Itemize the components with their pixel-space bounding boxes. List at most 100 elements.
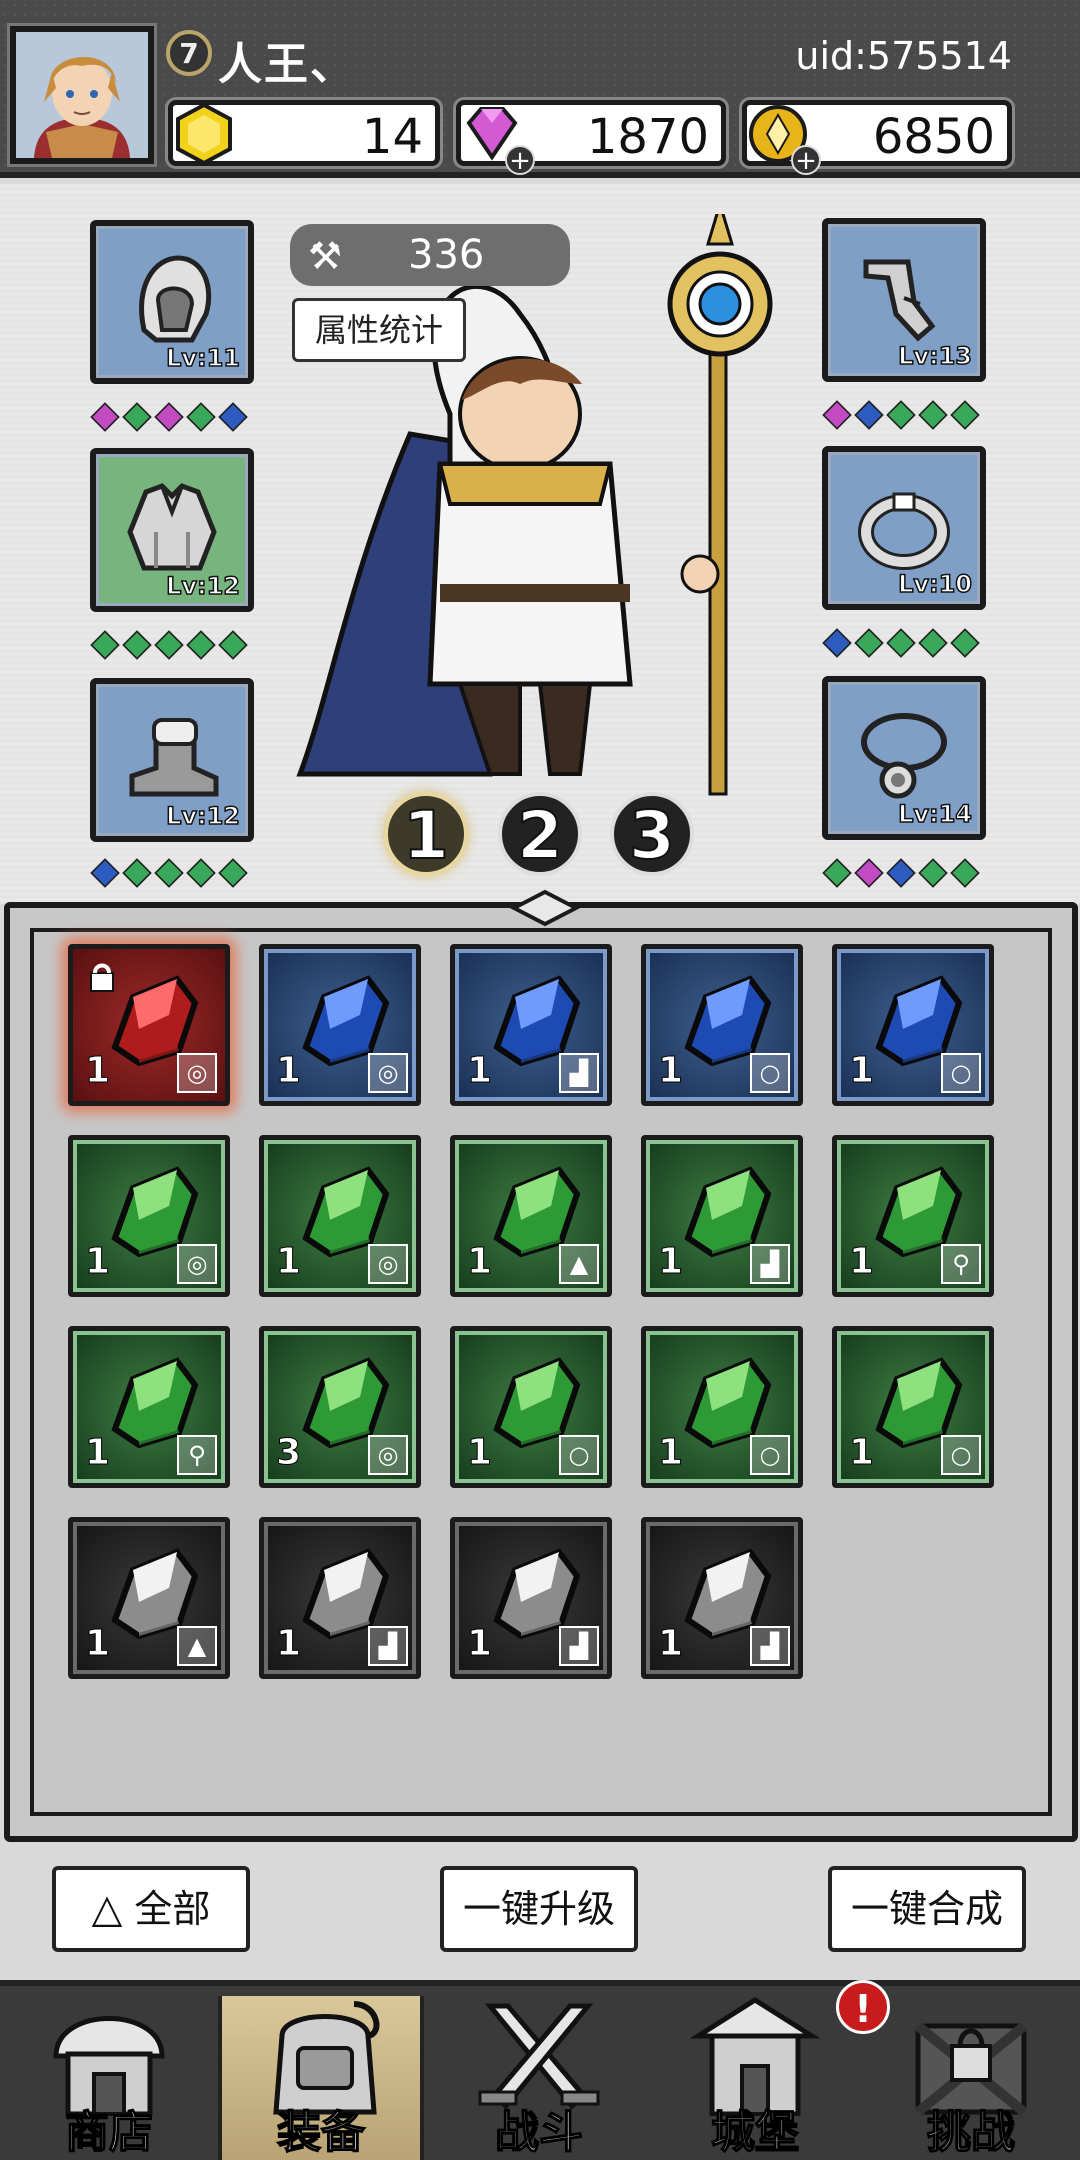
inventory-item[interactable]: 1 ○ [641,944,803,1106]
ring-icon: ◎ [368,1435,408,1475]
inventory-item[interactable]: 1 ▲ [450,1135,612,1297]
gem-icon [122,858,152,888]
necklace-icon: ○ [941,1053,981,1093]
helmet-slot[interactable]: Lv:11 [90,220,254,384]
boot-slot[interactable]: Lv:12 [90,678,254,842]
gem-icon [186,402,216,432]
ring-slot[interactable]: Lv:10 [822,446,986,610]
ring-icon [858,492,950,570]
slot-level: Lv:11 [165,343,240,373]
weapon-icon: ⚲ [941,1244,981,1284]
inventory-item[interactable]: 1 ▟ [450,944,612,1106]
player-avatar[interactable] [7,23,157,167]
gem-icon [854,858,884,888]
gem-icon [918,400,948,430]
add-coin-button[interactable]: + [791,145,821,175]
ring-gems [822,628,980,660]
inventory-item[interactable]: 1 ▲ [68,1517,230,1679]
combat-power-bar: ⚒ 336 [290,224,570,286]
attribute-stats-button[interactable]: 属性统计 [292,298,466,362]
boot-icon: ▟ [559,1053,599,1093]
item-count: 1 [657,1623,684,1665]
item-count: 1 [466,1623,493,1665]
gauntlet-icon [863,259,936,342]
loadout-page-3[interactable]: 3 [610,792,694,876]
ring-icon: ◎ [368,1053,408,1093]
armor-slot[interactable]: Lv:12 [90,448,254,612]
gem-icon [154,630,184,660]
necklace-icon: ○ [559,1435,599,1475]
inventory-item[interactable]: 1 ▟ [641,1517,803,1679]
gauntlet-slot[interactable]: Lv:13 [822,218,986,382]
inventory-item[interactable]: 1 ○ [832,1326,994,1488]
gem-icon [218,630,248,660]
gem-icon [90,630,120,660]
gold-hex-icon [176,102,232,166]
item-count: 1 [466,1241,493,1283]
tab-label: 装备 [276,2106,366,2159]
gem-icon [822,400,852,430]
gem-icon [854,628,884,658]
panel-notch-icon [510,889,580,927]
item-count: 1 [275,1241,302,1283]
filter-all-label: 全部 [134,1887,211,1931]
inventory-item[interactable]: 1 ○ [832,944,994,1106]
item-count: 1 [84,1050,111,1092]
inventory-item[interactable]: 1 ◎ [68,944,230,1106]
filter-all-button[interactable]: △ 全部 [52,1866,250,1952]
tab-challenge[interactable]: 挑战 [868,1996,1074,2160]
slot-level: Lv:14 [897,799,972,829]
inventory-item[interactable]: 1 ◎ [259,944,421,1106]
boot-icon [129,718,219,797]
gauntlet-gems [822,400,980,432]
item-count: 1 [275,1623,302,1665]
diamond-value: 1870 [586,109,709,165]
gem-icon [918,628,948,658]
gem-icon [822,858,852,888]
tab-equipment[interactable]: 装备 [218,1996,424,2160]
slot-level: Lv:12 [165,571,240,601]
boot-icon: ▟ [559,1626,599,1666]
gem-icon [918,858,948,888]
item-count: 1 [466,1050,493,1092]
item-count: 1 [466,1432,493,1474]
inventory-item[interactable]: 1 ⚲ [68,1326,230,1488]
helmet-gems [90,402,248,434]
inventory-item[interactable]: 1 ◎ [68,1135,230,1297]
add-diamond-button[interactable]: + [505,145,535,175]
inventory-item[interactable]: 1 ⚲ [832,1135,994,1297]
inventory-item[interactable]: 1 ○ [641,1326,803,1488]
inventory-item[interactable]: 1 ▟ [641,1135,803,1297]
inventory-grid: 1 ◎ 1 ◎ 1 ▟ 1 ○ 1 ○ 1 ◎ 1 ◎ 1 ▲ 1 ▟ 1 ⚲ 1 ⚲ 3 ◎ 1 ○ 1 ○ 1 ○ 1 ▲ 1 ▟ 1 ▟ 1 ▟ [30,928,1052,1816]
gem-icon [186,630,216,660]
inventory-item[interactable]: 3 ◎ [259,1326,421,1488]
tab-shop[interactable]: 商店 [6,1996,212,2160]
inventory-item[interactable]: 1 ◎ [259,1135,421,1297]
loadout-page-2[interactable]: 2 [498,792,582,876]
inventory-item[interactable]: 1 ▟ [450,1517,612,1679]
slot-level: Lv:12 [165,801,240,831]
triangle-icon: △ [91,1886,123,1932]
inventory-item[interactable]: 1 ▟ [259,1517,421,1679]
player-uid: uid:575514 [795,34,1012,78]
one-click-upgrade-button[interactable]: 一键升级 [440,1866,638,1952]
armor-icon: ▲ [177,1626,217,1666]
lock-icon [90,963,114,992]
tab-label: 商店 [64,2106,154,2159]
necklace-icon: ○ [750,1053,790,1093]
diamond-resource: + 1870 [456,100,726,175]
inventory-item[interactable]: 1 ○ [450,1326,612,1488]
gem-icon [950,858,980,888]
tab-castle[interactable]: 城堡 [652,1996,858,2160]
necklace-gems [822,858,980,890]
necklace-slot[interactable]: Lv:14 [822,676,986,840]
gem-icon [218,402,248,432]
item-count: 1 [848,1050,875,1092]
item-count: 1 [657,1241,684,1283]
coin-resource: + 6850 [742,100,1012,175]
tab-battle[interactable]: 战斗 [436,1996,642,2160]
one-click-merge-button[interactable]: 一键合成 [828,1866,1026,1952]
item-count: 3 [275,1432,302,1474]
gem-icon [886,400,916,430]
loadout-page-1[interactable]: 1 [384,792,468,876]
